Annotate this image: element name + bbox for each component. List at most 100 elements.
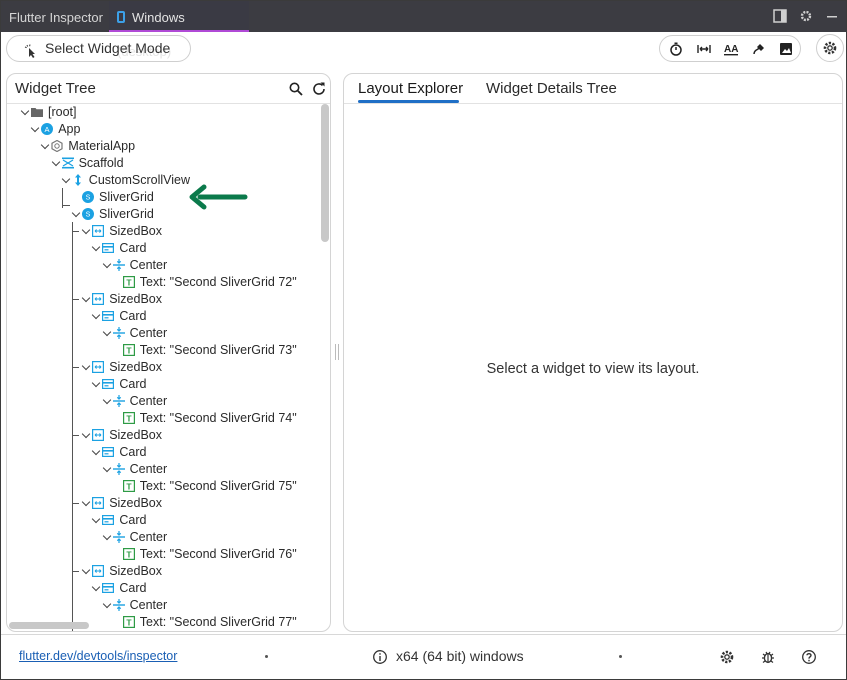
gear-icon[interactable] bbox=[798, 9, 814, 25]
chevron-down-icon[interactable] bbox=[81, 563, 91, 580]
tree-node-label: Center bbox=[129, 326, 168, 340]
tree-node-label: SliverGrid bbox=[99, 207, 154, 221]
tree-node[interactable]: T Text: "Second SliverGrid 75" bbox=[7, 478, 317, 495]
chevron-down-icon[interactable] bbox=[91, 240, 101, 257]
chevron-down-icon[interactable] bbox=[91, 512, 101, 529]
annotation-arrow-icon bbox=[189, 184, 248, 210]
tree-node[interactable]: Card bbox=[7, 240, 317, 257]
info-icon bbox=[372, 649, 388, 665]
vertical-scrollbar[interactable] bbox=[321, 104, 329, 242]
chevron-down-icon[interactable] bbox=[102, 461, 112, 478]
tree-node[interactable]: SizedBox bbox=[7, 427, 317, 444]
tab-layout-explorer[interactable]: Layout Explorer bbox=[358, 80, 463, 97]
tab-widget-details-tree[interactable]: Widget Details Tree bbox=[486, 80, 617, 97]
material-app-icon bbox=[51, 139, 63, 153]
tree-node[interactable]: SizedBox bbox=[7, 495, 317, 512]
chevron-down-icon[interactable] bbox=[20, 104, 30, 121]
search-icon[interactable] bbox=[288, 81, 304, 97]
minimize-icon[interactable] bbox=[824, 9, 840, 25]
tree-node[interactable]: T Text: "Second SliverGrid 76" bbox=[7, 546, 317, 563]
tree-node[interactable]: Card bbox=[7, 512, 317, 529]
svg-text:T: T bbox=[126, 345, 132, 355]
tree-node[interactable]: SizedBox bbox=[7, 563, 317, 580]
chevron-down-icon[interactable] bbox=[102, 325, 112, 342]
status-bar: flutter.dev/devtools/inspector x64 (64 b… bbox=[1, 634, 846, 679]
tree-node[interactable]: T Text: "Second SliverGrid 74" bbox=[7, 410, 317, 427]
tree-node[interactable]: SizedBox bbox=[7, 223, 317, 240]
chevron-down-icon[interactable] bbox=[81, 291, 91, 308]
chevron-down-icon[interactable] bbox=[81, 223, 91, 240]
center-icon bbox=[112, 531, 125, 543]
select-widget-mode-button[interactable]: Select Widget Mode bbox=[6, 35, 191, 62]
chevron-down-icon[interactable] bbox=[40, 138, 50, 155]
text-baseline-icon[interactable]: AA bbox=[723, 41, 739, 57]
image-icon[interactable] bbox=[778, 41, 794, 57]
tree-node-label: SizedBox bbox=[109, 564, 162, 578]
tree-node[interactable]: SizedBox bbox=[7, 291, 317, 308]
tree-node-label: Card bbox=[119, 513, 147, 527]
tree-node[interactable]: Center bbox=[7, 257, 317, 274]
chevron-down-icon[interactable] bbox=[91, 308, 101, 325]
chevron-down-icon[interactable] bbox=[81, 495, 91, 512]
chevron-down-icon[interactable] bbox=[91, 376, 101, 393]
platform-label: x64 (64 bit) windows bbox=[396, 648, 524, 664]
tree-node[interactable]: T Text: "Second SliverGrid 72" bbox=[7, 274, 317, 291]
tree-node[interactable]: Card bbox=[7, 580, 317, 597]
tree-node-label: Text: "Second SliverGrid 76" bbox=[139, 547, 297, 561]
center-icon bbox=[112, 599, 125, 611]
tree-node[interactable]: S SliverGrid bbox=[7, 189, 317, 206]
gear-icon[interactable] bbox=[719, 649, 735, 665]
tree-node[interactable]: S SliverGrid bbox=[7, 206, 317, 223]
tab-windows-desktop[interactable]: Windows (desktop) bbox=[109, 1, 249, 59]
tree-node-label: Center bbox=[129, 530, 168, 544]
dock-icon[interactable] bbox=[772, 9, 788, 25]
refresh-icon[interactable] bbox=[311, 81, 327, 97]
chevron-down-icon[interactable] bbox=[91, 444, 101, 461]
app-widget-icon: A bbox=[41, 123, 54, 135]
tree-node[interactable]: Card bbox=[7, 444, 317, 461]
repaint-rainbow-icon[interactable] bbox=[751, 41, 767, 57]
tree-node-label: Card bbox=[119, 377, 147, 391]
chevron-down-icon[interactable] bbox=[102, 393, 112, 410]
chevron-down-icon[interactable] bbox=[71, 206, 81, 223]
chevron-down-icon[interactable] bbox=[91, 580, 101, 597]
tree-node[interactable]: Card bbox=[7, 308, 317, 325]
tree-node[interactable]: [root] bbox=[7, 104, 317, 121]
tree-node-label: SizedBox bbox=[109, 360, 162, 374]
tree-node[interactable]: CustomScrollView bbox=[7, 172, 317, 189]
sizedbox-icon bbox=[92, 361, 105, 374]
stopwatch-icon[interactable] bbox=[668, 41, 684, 57]
tab-flutter-inspector[interactable]: Flutter Inspector bbox=[1, 1, 111, 32]
tree-node[interactable]: Center bbox=[7, 393, 317, 410]
horizontal-scrollbar[interactable] bbox=[9, 622, 89, 629]
chevron-down-icon[interactable] bbox=[51, 155, 61, 172]
baseline-guides-icon[interactable] bbox=[696, 41, 712, 57]
chevron-down-icon[interactable] bbox=[81, 359, 91, 376]
tree-node[interactable]: A App bbox=[7, 121, 317, 138]
chevron-down-icon[interactable] bbox=[102, 529, 112, 546]
tree-node-label: SizedBox bbox=[109, 292, 162, 306]
chevron-down-icon[interactable] bbox=[102, 257, 112, 274]
chevron-down-icon[interactable] bbox=[30, 121, 40, 138]
tree-node[interactable]: Scaffold bbox=[7, 155, 317, 172]
help-icon[interactable] bbox=[801, 649, 817, 665]
tree-node[interactable]: Center bbox=[7, 597, 317, 614]
tree-node[interactable]: SizedBox bbox=[7, 359, 317, 376]
tree-node[interactable]: Center bbox=[7, 325, 317, 342]
gear-icon bbox=[822, 40, 838, 56]
inspector-settings-button[interactable] bbox=[816, 34, 844, 62]
tree-node-label: SizedBox bbox=[109, 496, 162, 510]
center-icon bbox=[112, 463, 125, 475]
chevron-down-icon[interactable] bbox=[81, 427, 91, 444]
tree-node[interactable]: Center bbox=[7, 529, 317, 546]
tree-node[interactable]: MaterialApp bbox=[7, 138, 317, 155]
bug-icon[interactable] bbox=[760, 649, 776, 665]
tree-node[interactable]: T Text: "Second SliverGrid 73" bbox=[7, 342, 317, 359]
tree-node[interactable]: Center bbox=[7, 461, 317, 478]
panel-splitter-handle[interactable] bbox=[335, 344, 339, 360]
inspector-docs-link[interactable]: flutter.dev/devtools/inspector bbox=[19, 649, 177, 663]
tree-node[interactable]: Card bbox=[7, 376, 317, 393]
chevron-down-icon[interactable] bbox=[102, 597, 112, 614]
chevron-down-icon[interactable] bbox=[61, 172, 71, 189]
card-icon bbox=[102, 446, 115, 458]
